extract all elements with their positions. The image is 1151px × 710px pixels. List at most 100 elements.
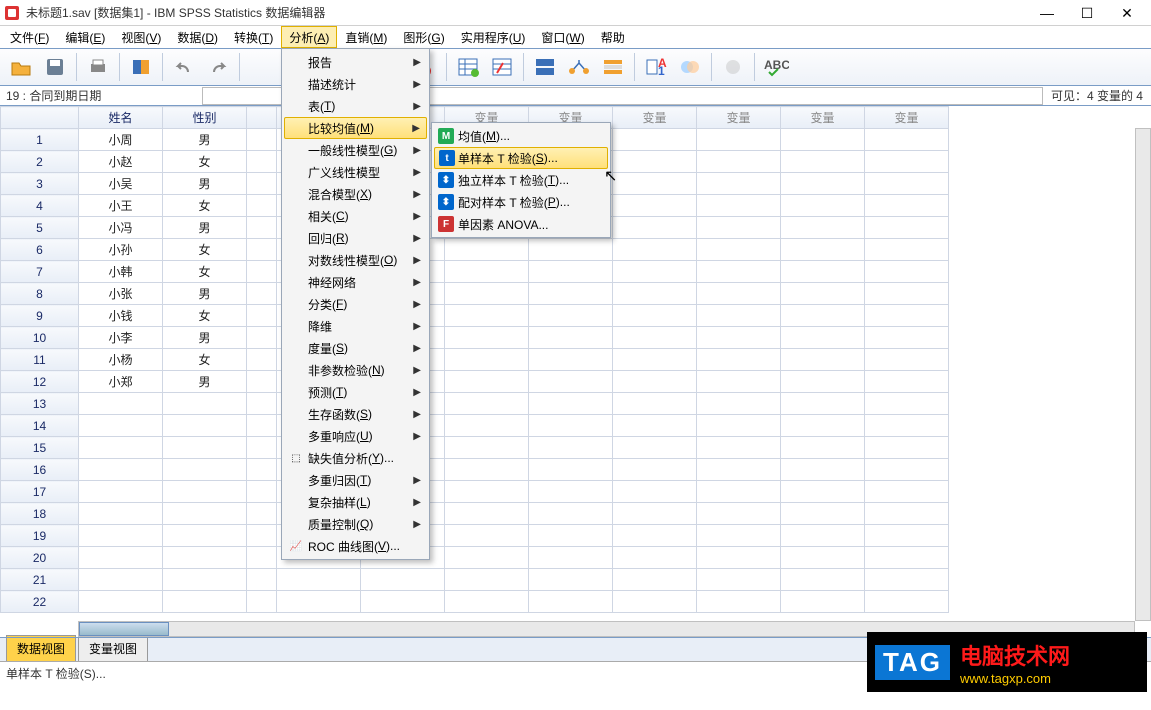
cell[interactable] [697,393,781,415]
cell[interactable] [613,217,697,239]
menu-数据[interactable]: 数据(D) [169,26,226,48]
cell[interactable] [697,195,781,217]
cell[interactable] [445,393,529,415]
cell[interactable] [781,371,865,393]
cell[interactable]: 男 [163,327,247,349]
cell[interactable] [697,503,781,525]
close-button[interactable]: ✕ [1107,1,1147,25]
cell[interactable] [865,195,949,217]
cell[interactable]: 小吴 [79,173,163,195]
menu-item-回归[interactable]: 回归(R)▶ [284,227,427,249]
cell[interactable] [781,217,865,239]
cell[interactable] [247,481,277,503]
cell[interactable] [79,459,163,481]
cell[interactable] [247,371,277,393]
col-header-cut[interactable] [247,107,277,129]
cell[interactable] [781,393,865,415]
cell[interactable] [781,437,865,459]
tab-data-view[interactable]: 数据视图 [6,635,76,661]
cell[interactable] [613,591,697,613]
cell[interactable] [445,327,529,349]
cell[interactable] [529,327,613,349]
cell[interactable] [445,437,529,459]
menu-item-降维[interactable]: 降维▶ [284,315,427,337]
menu-item-相关[interactable]: 相关(C)▶ [284,205,427,227]
cell[interactable] [865,217,949,239]
row-header[interactable]: 9 [1,305,79,327]
cell[interactable] [529,525,613,547]
minimize-button[interactable]: — [1027,1,1067,25]
cell[interactable] [781,151,865,173]
cell[interactable] [781,547,865,569]
vertical-scrollbar[interactable] [1135,128,1151,621]
cell[interactable] [865,283,949,305]
cell[interactable] [781,261,865,283]
cell[interactable]: 女 [163,239,247,261]
cell[interactable] [247,437,277,459]
cell[interactable] [697,239,781,261]
col-header[interactable]: 变量 [697,107,781,129]
cell[interactable] [529,371,613,393]
cell[interactable] [529,261,613,283]
menu-转换[interactable]: 转换(T) [226,26,281,48]
row-header[interactable]: 15 [1,437,79,459]
cell[interactable] [529,437,613,459]
cell[interactable] [613,569,697,591]
row-header[interactable]: 17 [1,481,79,503]
cell[interactable] [247,173,277,195]
cell[interactable] [277,591,361,613]
cell[interactable] [445,503,529,525]
cell[interactable] [697,261,781,283]
cell[interactable] [277,569,361,591]
row-header[interactable]: 5 [1,217,79,239]
cell[interactable] [79,525,163,547]
cell[interactable]: 小韩 [79,261,163,283]
cell[interactable] [697,173,781,195]
cell[interactable] [781,569,865,591]
row-header[interactable]: 2 [1,151,79,173]
cell[interactable]: 小周 [79,129,163,151]
find-icon[interactable] [487,52,517,82]
submenu-item-均值[interactable]: M均值(M)... [434,125,608,147]
value-labels-icon[interactable]: A1 [641,52,671,82]
menu-分析[interactable]: 分析(A) [281,26,337,48]
cell[interactable] [529,305,613,327]
cell[interactable] [163,547,247,569]
cell[interactable] [529,393,613,415]
cell[interactable] [445,371,529,393]
cell[interactable] [781,459,865,481]
cell[interactable] [865,525,949,547]
cell[interactable]: 小孙 [79,239,163,261]
cell[interactable] [865,239,949,261]
cell[interactable] [445,349,529,371]
row-header[interactable]: 8 [1,283,79,305]
row-header[interactable]: 6 [1,239,79,261]
cell[interactable]: 女 [163,261,247,283]
cell[interactable] [79,569,163,591]
menu-item-表[interactable]: 表(T)▶ [284,95,427,117]
cell[interactable] [781,503,865,525]
menu-item-缺失值分析[interactable]: ⬚缺失值分析(Y)... [284,447,427,469]
cell[interactable]: 小李 [79,327,163,349]
cell[interactable] [781,349,865,371]
row-header[interactable]: 1 [1,129,79,151]
cell[interactable] [865,371,949,393]
cell[interactable] [163,503,247,525]
cell[interactable] [613,151,697,173]
cell[interactable] [865,305,949,327]
cell[interactable] [445,305,529,327]
row-header[interactable]: 20 [1,547,79,569]
cell[interactable] [529,415,613,437]
menu-帮助[interactable]: 帮助 [593,26,633,48]
select-cases-icon[interactable] [598,52,628,82]
grid-corner[interactable] [1,107,79,129]
cell[interactable] [247,217,277,239]
cell[interactable] [781,481,865,503]
cell[interactable] [247,349,277,371]
cell[interactable] [865,503,949,525]
cell[interactable] [445,525,529,547]
row-header[interactable]: 22 [1,591,79,613]
cell[interactable] [79,547,163,569]
row-header[interactable]: 4 [1,195,79,217]
cell[interactable] [247,503,277,525]
